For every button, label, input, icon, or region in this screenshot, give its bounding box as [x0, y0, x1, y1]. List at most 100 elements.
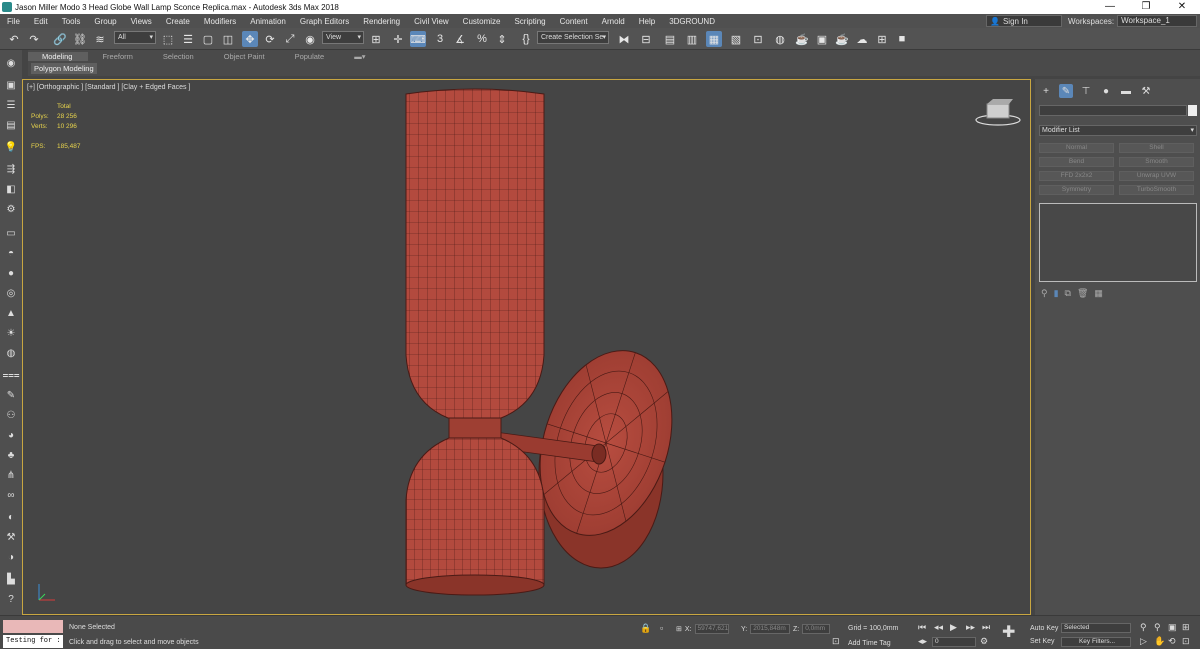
sun-icon[interactable]: ☀ — [4, 326, 18, 340]
workspace-select[interactable]: Workspace_1 — [1117, 15, 1198, 27]
undo-icon[interactable]: ↶ — [6, 31, 22, 47]
polygon-modeling-panel[interactable]: Polygon Modeling — [31, 63, 97, 74]
align-icon[interactable]: ⊟ — [638, 31, 654, 47]
menu-graph-editors[interactable]: Graph Editors — [293, 17, 356, 26]
helper-icon[interactable]: ⇶ — [4, 162, 18, 176]
select-and-place-icon[interactable]: ◉ — [302, 31, 318, 47]
ribbon-tab-modeling[interactable]: Modeling — [28, 51, 89, 61]
ribbon-tab-freeform[interactable]: Freeform — [88, 52, 148, 61]
grass-icon[interactable]: ⋔ — [4, 468, 18, 482]
rendered-frame-window-icon[interactable]: ▣ — [814, 31, 830, 47]
go-to-start-icon[interactable]: ⏮ — [918, 622, 926, 633]
object-name-field[interactable] — [1039, 105, 1187, 116]
ribbon-options-icon[interactable]: ▬▾ — [340, 52, 381, 61]
y-field[interactable]: 2015,848m — [750, 624, 791, 634]
menu-file[interactable]: File — [0, 17, 27, 26]
scene-explorer-icon[interactable]: ◉ — [4, 56, 18, 70]
paint-icon[interactable]: ✎ — [4, 388, 18, 402]
graphite-tools-icon[interactable]: ▦ — [706, 31, 722, 47]
material-ball-icon[interactable]: ◐ — [4, 510, 18, 524]
render-in-cloud-icon[interactable]: ⊞ — [874, 31, 890, 47]
close-button[interactable]: ✕ — [1164, 0, 1200, 14]
minimize-button[interactable]: — — [1092, 0, 1128, 14]
go-to-end-icon[interactable]: ⏭ — [982, 622, 990, 633]
window-crossing-icon[interactable]: ◫ — [220, 31, 236, 47]
pin-stack-icon[interactable]: ⚲ — [1041, 288, 1048, 299]
orbit-icon[interactable]: ⟲ — [1168, 636, 1176, 647]
unlink-icon[interactable]: ⛓ — [72, 31, 88, 47]
reference-coordinate-select[interactable]: View — [322, 31, 364, 44]
list-icon[interactable]: ▤ — [4, 118, 18, 132]
tree-icon[interactable]: ♣ — [4, 448, 18, 462]
lock-selection-icon[interactable]: 🔒 — [640, 623, 651, 634]
sphere-icon[interactable]: ● — [4, 266, 18, 280]
layers-icon[interactable]: ☰ — [4, 98, 18, 112]
key-filters-button[interactable]: Key Filters... — [1061, 637, 1131, 647]
key-mode-select[interactable]: Selected — [1061, 623, 1131, 633]
menu-help[interactable]: Help — [632, 17, 662, 26]
globe-icon[interactable]: ◕ — [4, 428, 18, 442]
time-configuration-icon[interactable]: ⚙ — [980, 636, 988, 647]
lamp-model[interactable] — [23, 80, 1032, 616]
modify-tab-icon[interactable]: ✎ — [1059, 84, 1073, 98]
camera-icon[interactable]: ◧ — [4, 182, 18, 196]
set-key-icon[interactable]: ✚ — [1002, 622, 1015, 642]
modifier-smooth-button[interactable]: Smooth — [1119, 157, 1194, 167]
menu-modifiers[interactable]: Modifiers — [197, 17, 243, 26]
menu-content[interactable]: Content — [553, 17, 595, 26]
keyboard-shortcut-override-icon[interactable]: ⌨ — [410, 31, 426, 47]
configure-modifier-sets-icon[interactable]: ▦ — [1094, 288, 1103, 299]
modifier-stack[interactable] — [1039, 203, 1197, 282]
next-frame-icon[interactable]: ▸▸ — [966, 622, 975, 633]
display-icon[interactable]: ▣ — [4, 78, 18, 92]
z-field[interactable]: 0,0mm — [802, 624, 831, 634]
selection-filter-select[interactable]: All — [114, 31, 156, 44]
named-selection-select[interactable]: Create Selection Se — [537, 31, 609, 44]
zoom-icon[interactable]: ⚲ — [1140, 622, 1147, 633]
zoom-extents-icon[interactable]: ▣ — [1168, 622, 1177, 633]
zoom-extents-all-icon[interactable]: ⊞ — [1182, 622, 1190, 633]
cone-icon[interactable]: ▲ — [4, 306, 18, 320]
menu-views[interactable]: Views — [124, 17, 159, 26]
snaps-toggle-icon[interactable]: 3 — [432, 31, 448, 47]
ribbon-tab-populate[interactable]: Populate — [281, 52, 341, 61]
help-icon[interactable]: ? — [4, 592, 18, 606]
select-object-icon[interactable]: ⬚ — [160, 31, 176, 47]
ribbon-tab-object-paint[interactable]: Object Paint — [210, 52, 281, 61]
menu-edit[interactable]: Edit — [27, 17, 55, 26]
redo-icon[interactable]: ↷ — [26, 31, 42, 47]
x-field[interactable]: 59747,621 — [694, 624, 729, 634]
maximize-button[interactable]: ❐ — [1128, 0, 1164, 14]
menu-customize[interactable]: Customize — [456, 17, 508, 26]
layer-explorer-icon[interactable]: ▤ — [662, 31, 678, 47]
hemisphere-icon[interactable]: ◓ — [4, 246, 18, 260]
make-unique-icon[interactable]: ⧉ — [1065, 288, 1071, 299]
menu-arnold[interactable]: Arnold — [595, 17, 632, 26]
bone-icon[interactable]: ⚙ — [4, 202, 18, 216]
zoom-all-icon[interactable]: ⚲ — [1154, 622, 1161, 633]
menu-tools[interactable]: Tools — [55, 17, 88, 26]
current-frame-field[interactable]: 0 — [932, 637, 976, 647]
play-icon[interactable]: ▶ — [950, 622, 957, 633]
isolate-selection-icon[interactable]: ▫ — [660, 623, 663, 633]
modifier-turbosmooth-button[interactable]: TurboSmooth — [1119, 185, 1194, 195]
field-of-view-icon[interactable]: ▷ — [1140, 636, 1147, 647]
plane-icon[interactable]: ▭ — [4, 226, 18, 240]
select-by-name-icon[interactable]: ☰ — [180, 31, 196, 47]
motion-tab-icon[interactable]: ● — [1099, 84, 1113, 98]
material-editor-icon[interactable]: ◍ — [772, 31, 788, 47]
menu-civil-view[interactable]: Civil View — [407, 17, 456, 26]
perspective-viewport[interactable]: [+] [Orthographic ] [Standard ] [Clay + … — [22, 79, 1031, 615]
gold-sphere-icon[interactable]: ◍ — [4, 346, 18, 360]
link-icon[interactable]: 🔗 — [52, 31, 68, 47]
modifier-list-select[interactable]: Modifier List — [1039, 125, 1197, 136]
edit-named-selection-icon[interactable]: {} — [518, 31, 534, 47]
robot-icon[interactable]: ⚇ — [4, 408, 18, 422]
pivot-center-icon[interactable]: ⊞ — [368, 31, 384, 47]
time-tag-icon[interactable]: ⊡ — [832, 636, 840, 647]
key-mode-toggle-icon[interactable]: ◂▸ — [918, 636, 927, 647]
show-end-result-icon[interactable]: ▮ — [1054, 288, 1059, 299]
remove-modifier-icon[interactable]: 🗑 — [1077, 288, 1088, 299]
display-tab-icon[interactable]: ▬ — [1119, 84, 1133, 98]
utilities-tab-icon[interactable]: ⚒ — [1139, 84, 1153, 98]
